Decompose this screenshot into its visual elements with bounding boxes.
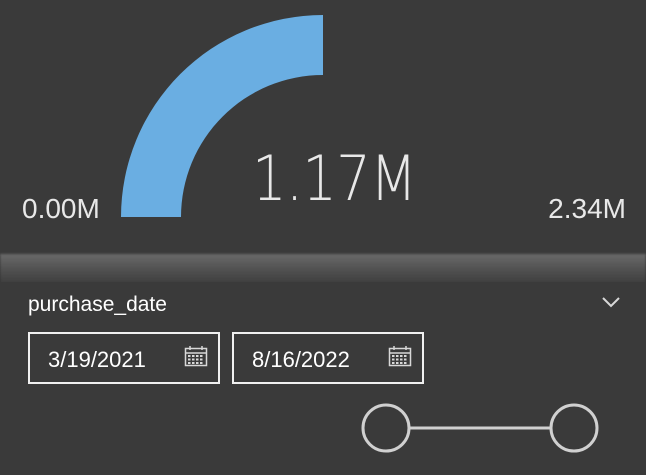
slider-end-handle[interactable] <box>549 403 599 453</box>
start-date-value: 3/19/2021 <box>48 347 146 372</box>
end-date-input[interactable]: 8/16/2022 <box>232 332 424 384</box>
chevron-down-icon[interactable] <box>600 294 622 310</box>
date-slicer[interactable]: purchase_date 3/19/2021 8/16/2022 <box>0 282 646 475</box>
calendar-icon[interactable] <box>184 345 208 367</box>
gauge-min-label: 0.00M <box>22 193 100 224</box>
slider-start-handle[interactable] <box>361 403 411 453</box>
gauge-visual[interactable]: 0.00M 1.17M 2.34M <box>0 0 646 256</box>
gauge-value-label: 1.17M <box>252 142 417 215</box>
visual-divider <box>0 254 646 284</box>
slicer-field-label: purchase_date <box>28 293 167 316</box>
calendar-icon[interactable] <box>388 345 412 367</box>
gauge-max-label: 2.34M <box>548 193 626 224</box>
date-range-slider[interactable] <box>350 394 610 462</box>
end-date-value: 8/16/2022 <box>252 347 350 372</box>
start-date-input[interactable]: 3/19/2021 <box>28 332 220 384</box>
